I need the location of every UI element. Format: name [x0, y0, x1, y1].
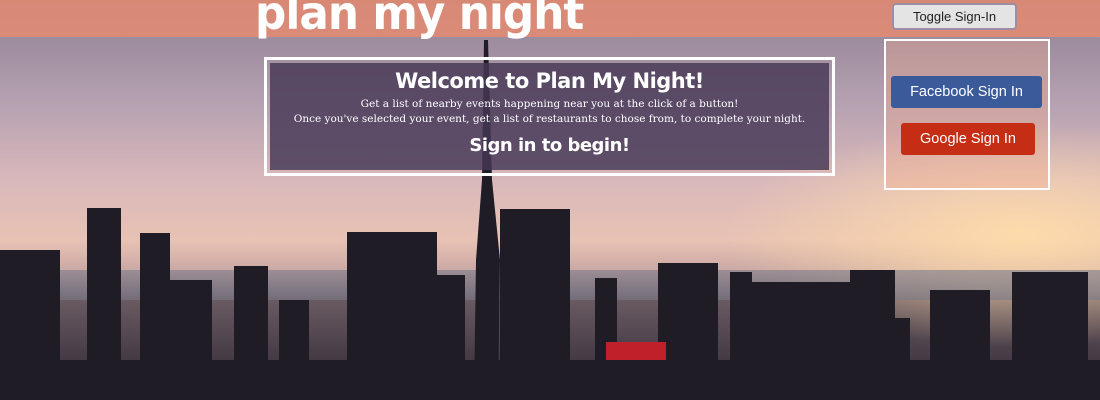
welcome-line-1: Get a list of nearby events happening ne… — [360, 98, 739, 110]
facebook-sign-in-button[interactable]: Facebook Sign In — [891, 76, 1042, 108]
toggle-sign-in-button[interactable]: Toggle Sign-In — [892, 3, 1017, 30]
welcome-panel: Welcome to Plan My Night! Get a list of … — [264, 57, 835, 176]
site-logo[interactable]: plan my night — [255, 0, 584, 40]
google-sign-in-button[interactable]: Google Sign In — [901, 123, 1035, 155]
welcome-line-2: Once you've selected your event, get a l… — [293, 113, 806, 125]
welcome-description: Get a list of nearby events happening ne… — [270, 97, 829, 127]
welcome-panel-content: Welcome to Plan My Night! Get a list of … — [270, 63, 829, 170]
welcome-title: Welcome to Plan My Night! — [395, 69, 704, 93]
sign-in-panel: Facebook Sign In Google Sign In — [884, 39, 1050, 190]
sign-in-prompt: Sign in to begin! — [469, 135, 630, 156]
